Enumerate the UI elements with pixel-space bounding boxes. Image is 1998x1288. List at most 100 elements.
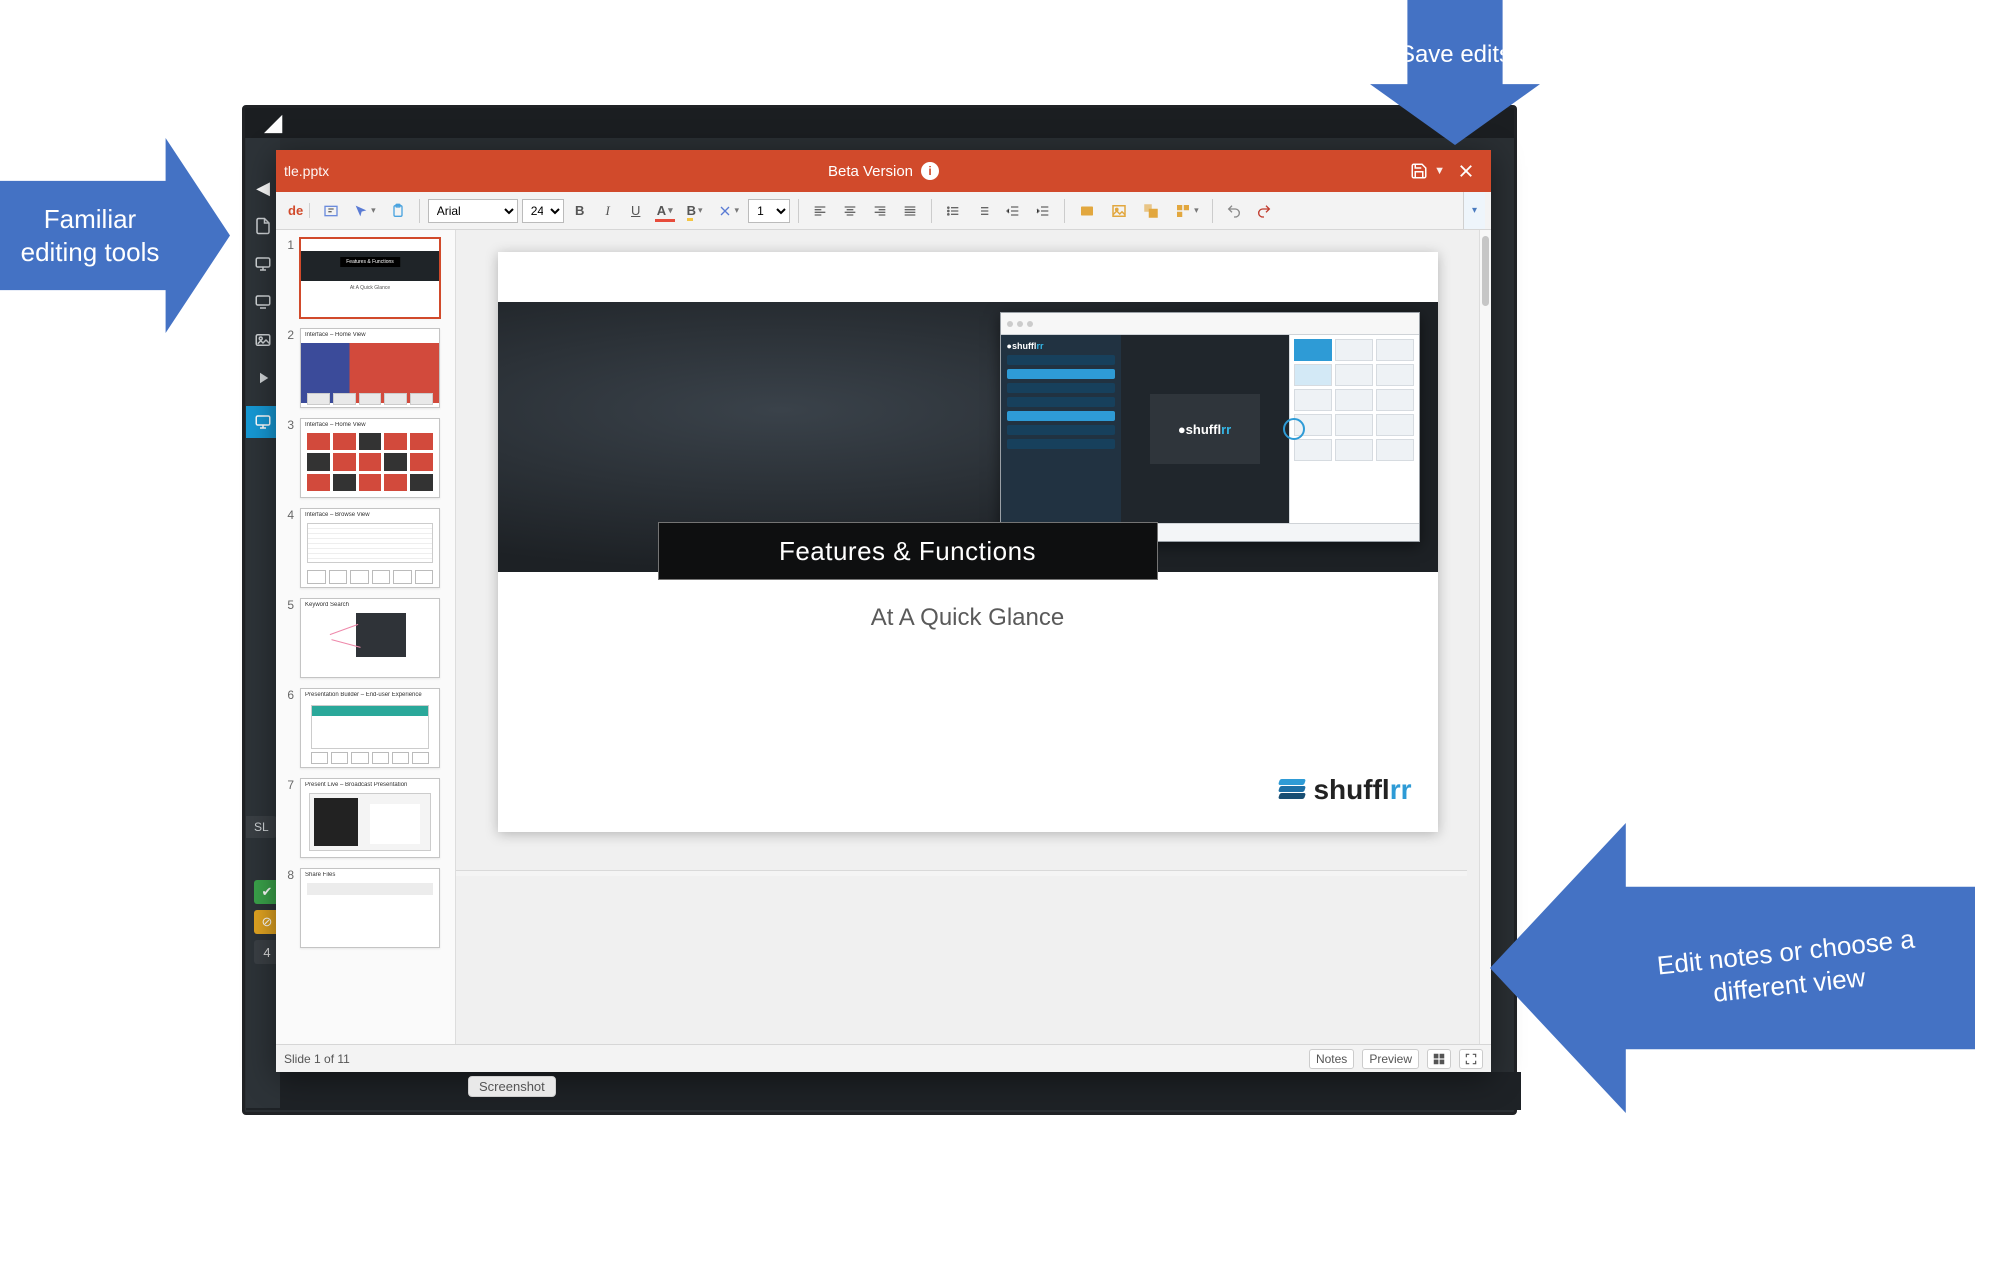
number-list-icon[interactable] bbox=[970, 198, 996, 224]
paste-icon[interactable] bbox=[385, 198, 411, 224]
highlight-color-button[interactable]: B▾ bbox=[682, 198, 708, 224]
slide-thumbnail[interactable]: Presentation Builder – End-user Experien… bbox=[300, 688, 440, 768]
align-right-icon[interactable] bbox=[867, 198, 893, 224]
preview-button[interactable]: Preview bbox=[1362, 1049, 1419, 1069]
thumb-title: Interface – Home View bbox=[305, 422, 435, 428]
shape-rect-icon[interactable] bbox=[1073, 198, 1101, 224]
thumb-number: 2 bbox=[280, 328, 294, 408]
stack-icon bbox=[1279, 779, 1305, 801]
shape-group-icon[interactable] bbox=[1137, 198, 1165, 224]
slide-position: Slide 1 of 11 bbox=[284, 1052, 350, 1066]
thumb-title: Present Live – Broadcast Presentation bbox=[305, 782, 435, 788]
thumb-number: 6 bbox=[280, 688, 294, 768]
beta-label: Beta Version bbox=[828, 163, 913, 180]
notes-button[interactable]: Notes bbox=[1309, 1049, 1354, 1069]
scrollbar-thumb[interactable] bbox=[1482, 236, 1489, 306]
align-left-icon[interactable] bbox=[807, 198, 833, 224]
thumb-number: 5 bbox=[280, 598, 294, 678]
thumb-number: 7 bbox=[280, 778, 294, 858]
toolbar-overflow[interactable]: ▾ bbox=[1463, 192, 1485, 229]
background-brand: ◢ bbox=[265, 110, 282, 136]
editor-body: 1 Features & Functions At A Quick Glance… bbox=[276, 230, 1491, 1044]
grid-view-button[interactable] bbox=[1427, 1049, 1451, 1069]
monitor-plus-icon[interactable] bbox=[253, 254, 273, 274]
callout-editing-tools: Familiar editing tools bbox=[0, 138, 230, 333]
document-name: tle.pptx bbox=[284, 163, 329, 179]
play-icon[interactable] bbox=[253, 368, 273, 388]
titlebar-center: Beta Version i bbox=[828, 162, 939, 180]
slide-thumbnail[interactable]: Share Files bbox=[300, 868, 440, 948]
undo-icon[interactable] bbox=[1221, 198, 1247, 224]
underline-button[interactable]: U bbox=[624, 198, 648, 224]
separator bbox=[931, 199, 932, 223]
notes-divider[interactable] bbox=[456, 870, 1467, 876]
redo-icon[interactable] bbox=[1251, 198, 1277, 224]
info-icon[interactable]: i bbox=[921, 162, 939, 180]
vertical-scrollbar[interactable] bbox=[1479, 230, 1491, 1044]
select-icon[interactable]: ▾ bbox=[348, 198, 381, 224]
thumb-title: Share Files bbox=[305, 872, 435, 878]
separator bbox=[419, 199, 420, 223]
current-slide[interactable]: ●shufflrr ●shufflrr bbox=[498, 252, 1438, 832]
back-arrow-icon[interactable]: ◀ bbox=[253, 178, 273, 198]
embedded-brand: ●shufflrr bbox=[1007, 341, 1115, 351]
thumb-title: Keyword Search bbox=[305, 602, 435, 608]
status-bar: Slide 1 of 11 Notes Preview bbox=[276, 1044, 1491, 1072]
slide-thumbnail[interactable]: Interface – Browse View bbox=[300, 508, 440, 588]
thumb-title: Presentation Builder – End-user Experien… bbox=[305, 692, 435, 698]
background-app-header: ◢ bbox=[245, 108, 1514, 138]
indent-icon[interactable] bbox=[1030, 198, 1056, 224]
shape-image-icon[interactable] bbox=[1105, 198, 1133, 224]
thumb-number: 1 bbox=[280, 238, 294, 318]
embedded-screenshot: ●shufflrr ●shufflrr bbox=[1000, 312, 1420, 542]
formatting-toolbar: de ▾ Arial 24 B I U A▾ B▾ ▾ 1 bbox=[276, 192, 1491, 230]
bullet-list-icon[interactable] bbox=[940, 198, 966, 224]
monitor-icon[interactable] bbox=[253, 292, 273, 312]
thumb-row: 1 Features & Functions At A Quick Glance bbox=[276, 230, 455, 320]
presentation-editor: tle.pptx Beta Version i ▼ de ▾ Arial 24 bbox=[276, 150, 1491, 1072]
image-icon[interactable] bbox=[253, 330, 273, 350]
titlebar-right: ▼ bbox=[1402, 156, 1483, 186]
slide-thumbnail[interactable]: Present Live – Broadcast Presentation bbox=[300, 778, 440, 858]
bold-button[interactable]: B bbox=[568, 198, 592, 224]
font-family-select[interactable]: Arial bbox=[428, 199, 518, 223]
thumb-number: 4 bbox=[280, 508, 294, 588]
save-dropdown-caret[interactable]: ▼ bbox=[1434, 165, 1445, 177]
slide-subheading[interactable]: At A Quick Glance bbox=[498, 604, 1438, 632]
toolbar-mode[interactable]: de bbox=[282, 203, 310, 218]
slide-thumbnail[interactable]: Features & Functions At A Quick Glance bbox=[300, 238, 440, 318]
thumb-subtitle: At A Quick Glance bbox=[301, 285, 439, 291]
separator bbox=[1212, 199, 1213, 223]
italic-button[interactable]: I bbox=[596, 198, 620, 224]
callout-text: Edit notes or choose a different view bbox=[1608, 917, 1968, 1019]
outdent-icon[interactable] bbox=[1000, 198, 1026, 224]
slide-canvas-scroll[interactable]: ●shufflrr ●shufflrr bbox=[456, 230, 1479, 1044]
text-box-icon[interactable] bbox=[318, 198, 344, 224]
clear-format-icon[interactable]: ▾ bbox=[712, 198, 745, 224]
slide-thumbnail[interactable]: Interface – Home View bbox=[300, 328, 440, 408]
align-justify-icon[interactable] bbox=[897, 198, 923, 224]
font-color-button[interactable]: A▾ bbox=[652, 198, 678, 224]
slide-thumbnail[interactable]: Interface – Home View bbox=[300, 418, 440, 498]
fit-button[interactable] bbox=[1459, 1049, 1483, 1069]
embedded-panel: ●shufflrr bbox=[1150, 394, 1260, 464]
monitor-active-icon[interactable] bbox=[246, 406, 280, 438]
callout-text: Save edits bbox=[1399, 40, 1511, 70]
shape-more-icon[interactable]: ▾ bbox=[1169, 198, 1204, 224]
slide-thumbnails-panel[interactable]: 1 Features & Functions At A Quick Glance… bbox=[276, 230, 456, 1044]
slide-heading[interactable]: Features & Functions bbox=[658, 522, 1158, 580]
thumb-number: 3 bbox=[280, 418, 294, 498]
file-icon[interactable] bbox=[253, 216, 273, 236]
callout-text: Familiar editing tools bbox=[10, 203, 170, 268]
thumb-number: 8 bbox=[280, 868, 294, 948]
titlebar: tle.pptx Beta Version i ▼ bbox=[276, 150, 1491, 192]
background-slides-pill[interactable]: SL bbox=[246, 816, 279, 838]
thumb-title: Interface – Browse View bbox=[305, 512, 435, 518]
background-bottom-strip bbox=[246, 1072, 1521, 1110]
close-button[interactable] bbox=[1449, 156, 1483, 186]
slide-thumbnail[interactable]: Keyword Search bbox=[300, 598, 440, 678]
save-button[interactable] bbox=[1402, 156, 1436, 186]
line-spacing-select[interactable]: 1 bbox=[748, 199, 790, 223]
font-size-select[interactable]: 24 bbox=[522, 199, 564, 223]
align-center-icon[interactable] bbox=[837, 198, 863, 224]
